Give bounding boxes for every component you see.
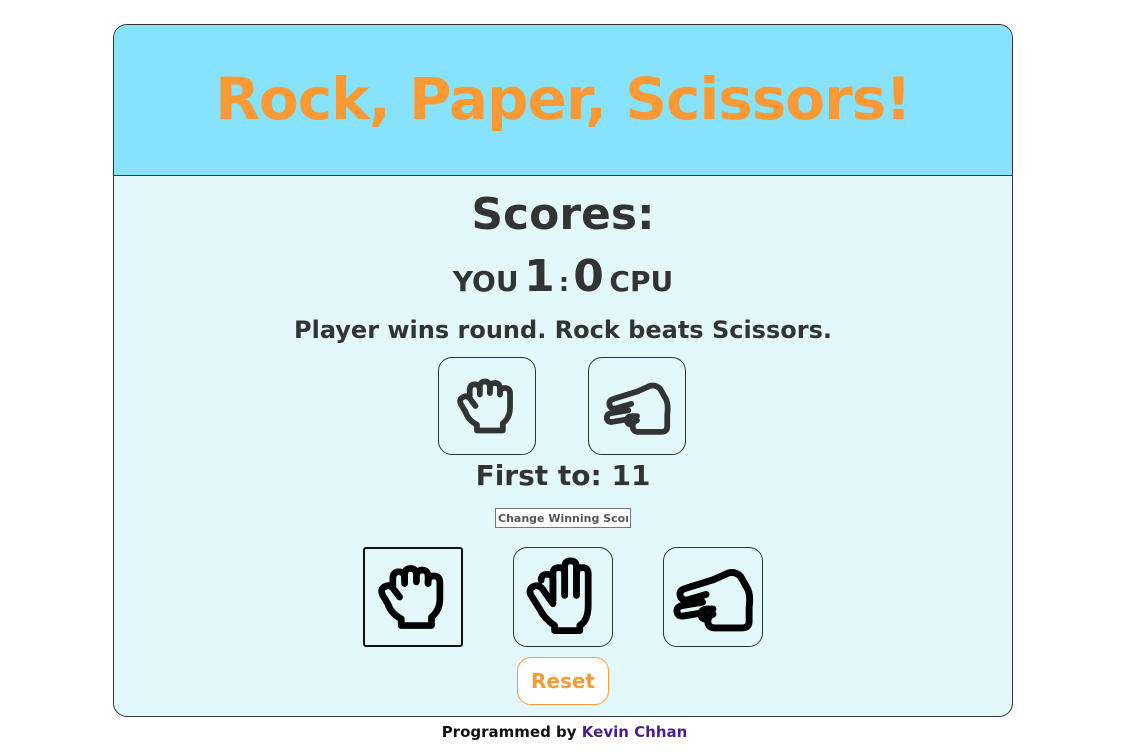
score-separator: : [558,268,570,298]
player-choice-display [438,357,536,455]
player-score: 1 [524,251,555,302]
reset-button[interactable]: Reset [517,657,609,705]
author-link[interactable]: Kevin Chhan [582,723,688,741]
cpu-choice-display [588,357,686,455]
scissors-button[interactable] [663,547,763,647]
paper-button[interactable] [513,547,613,647]
first-to-label: First to: 11 [475,459,651,492]
footer-prefix: Programmed by [441,723,582,741]
scoreline: YOU 1:0 CPU [114,251,1012,302]
paper-icon [521,555,605,639]
game-card: Rock, Paper, Scissors! Scores: YOU 1:0 C… [113,24,1013,717]
scissors-icon [670,553,756,641]
header: Rock, Paper, Scissors! [114,25,1012,176]
rock-icon [371,553,455,641]
rock-button[interactable] [363,547,463,647]
scissors-icon [601,370,673,442]
cpu-score: 0 [573,251,604,302]
rock-icon [451,370,523,442]
round-result: Player wins round. Rock beats Scissors. [294,316,832,344]
page-title: Rock, Paper, Scissors! [215,65,911,133]
cpu-label: CPU [609,265,674,298]
winning-score-input[interactable] [495,508,631,528]
player-label: YOU [452,265,519,298]
scores-heading: Scores: [471,189,655,240]
footer: Programmed by Kevin Chhan [0,720,1129,744]
